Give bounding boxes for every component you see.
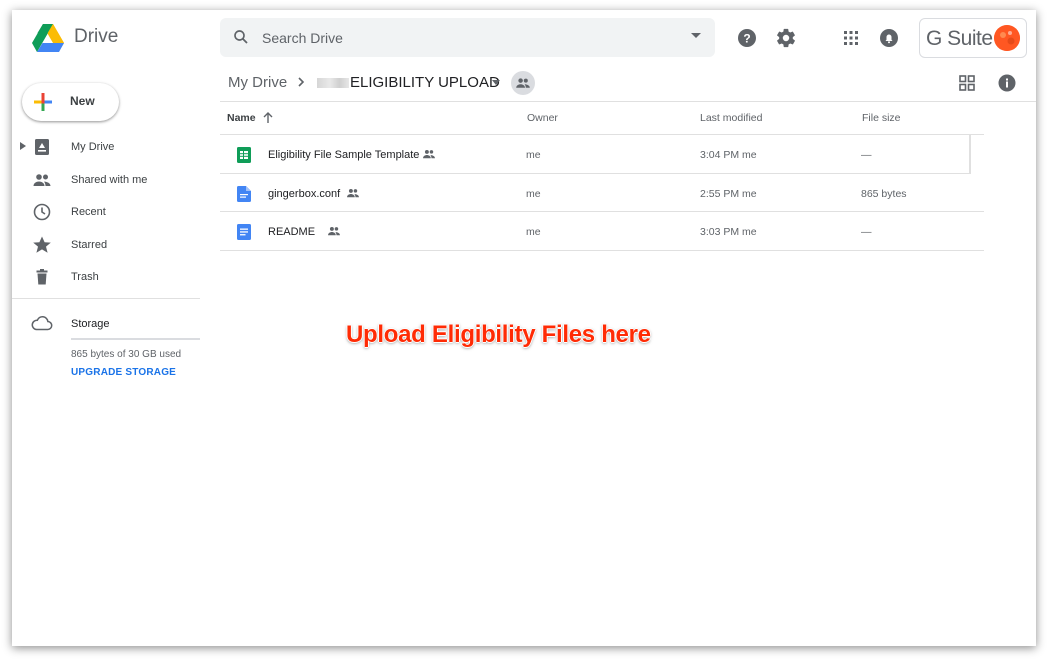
- shared-people-icon: [347, 188, 359, 197]
- file-last-modified: 3:03 PM me: [700, 226, 757, 238]
- file-name[interactable]: Eligibility File Sample Template: [268, 149, 419, 161]
- storage-used-text: 865 bytes of 30 GB used: [71, 349, 182, 360]
- folder-menu-chevron-down-icon[interactable]: [491, 80, 501, 86]
- sidebar-item-label: My Drive: [71, 141, 115, 153]
- drive-logo-icon[interactable]: [32, 24, 64, 52]
- svg-text:?: ?: [743, 32, 750, 46]
- file-owner: me: [526, 187, 541, 200]
- table-row[interactable]: gingerbox.conf me 2:55 PM me 865 bytes: [220, 174, 984, 212]
- file-size: 865 bytes: [861, 187, 907, 200]
- search-icon[interactable]: [232, 28, 250, 46]
- sidebar-item-starred[interactable]: Starred: [12, 229, 200, 262]
- sidebar-item-shared-with-me[interactable]: Shared with me: [12, 164, 200, 197]
- file-owner: me: [526, 226, 541, 238]
- file-last-modified: 2:55 PM me: [700, 187, 757, 200]
- my-drive-icon: [35, 139, 49, 155]
- sidebar-item-my-drive[interactable]: My Drive: [12, 131, 200, 164]
- notifications-icon[interactable]: [878, 27, 900, 49]
- sheets-file-icon: [237, 147, 251, 163]
- cloud-icon: [31, 316, 53, 331]
- avatar[interactable]: [994, 25, 1020, 51]
- file-owner: me: [526, 149, 541, 161]
- help-icon[interactable]: ?: [736, 27, 758, 49]
- sidebar-item-label: Recent: [71, 206, 106, 218]
- shared-folder-badge[interactable]: [511, 71, 535, 95]
- breadcrumb-current-folder[interactable]: ELIGIBILITY UPLOAD: [350, 74, 500, 91]
- shared-people-icon: [423, 149, 435, 159]
- sidebar-item-label: Shared with me: [71, 173, 148, 186]
- storage-usage-bar: [71, 338, 200, 340]
- sidebar-item-trash[interactable]: Trash: [12, 261, 200, 294]
- breadcrumb-my-drive[interactable]: My Drive: [228, 74, 287, 91]
- gsuite-label: G Suite: [926, 27, 993, 50]
- search-bar[interactable]: [220, 18, 715, 57]
- search-options-chevron-down-icon[interactable]: [691, 33, 701, 39]
- clock-icon: [33, 203, 51, 221]
- new-button-label: New: [70, 94, 95, 108]
- file-name[interactable]: gingerbox.conf: [268, 188, 340, 200]
- sidebar-divider: [12, 298, 200, 299]
- new-button[interactable]: New: [22, 83, 119, 121]
- star-icon: [33, 236, 51, 253]
- sidebar-nav: My Drive Shared with me Recent Starred T…: [12, 131, 200, 294]
- table-row[interactable]: README me 3:03 PM me —: [220, 212, 984, 251]
- apps-grid-icon[interactable]: [840, 27, 862, 49]
- column-header-owner[interactable]: Owner: [527, 112, 558, 124]
- avatar-pattern-icon: [994, 25, 1020, 51]
- upgrade-storage-link[interactable]: UPGRADE STORAGE: [71, 367, 176, 378]
- chevron-right-icon: [298, 77, 305, 87]
- file-size: —: [861, 149, 872, 161]
- file-last-modified: 3:04 PM me: [700, 149, 757, 161]
- trash-icon: [36, 269, 48, 285]
- gsuite-account-switcher[interactable]: G Suite: [919, 18, 1027, 58]
- sort-ascending-arrow-icon[interactable]: [262, 111, 274, 124]
- file-list: Eligibility File Sample Template me 3:04…: [220, 135, 984, 251]
- grid-view-icon[interactable]: [958, 74, 976, 92]
- storage-label[interactable]: Storage: [71, 318, 110, 330]
- app-name: Drive: [74, 26, 119, 47]
- people-icon: [516, 78, 530, 88]
- drive-window: Drive ?: [12, 10, 1036, 646]
- column-header-last-modified[interactable]: Last modified: [700, 112, 762, 124]
- shared-people-icon: [328, 226, 340, 236]
- file-name[interactable]: README: [268, 226, 315, 238]
- plus-icon: [34, 93, 52, 111]
- redacted-text: [317, 78, 349, 88]
- file-size: —: [861, 226, 872, 238]
- info-icon[interactable]: [997, 73, 1017, 93]
- sidebar-item-label: Starred: [71, 238, 108, 251]
- app-header: Drive ?: [12, 10, 1036, 66]
- toolbar-divider: [220, 101, 1036, 102]
- sidebar-item-label: Trash: [71, 271, 99, 283]
- docs-file-icon: [237, 224, 251, 240]
- expand-caret-icon[interactable]: [20, 142, 26, 150]
- sidebar-item-recent[interactable]: Recent: [12, 196, 200, 229]
- column-header-name[interactable]: Name: [227, 112, 256, 124]
- gear-icon[interactable]: [775, 27, 797, 49]
- people-icon: [33, 173, 51, 186]
- search-input[interactable]: [262, 28, 662, 48]
- table-row[interactable]: Eligibility File Sample Template me 3:04…: [220, 135, 971, 174]
- upload-annotation-text: Upload Eligibility Files here: [346, 321, 651, 348]
- column-header-file-size[interactable]: File size: [862, 112, 901, 124]
- generic-file-icon: [237, 185, 251, 202]
